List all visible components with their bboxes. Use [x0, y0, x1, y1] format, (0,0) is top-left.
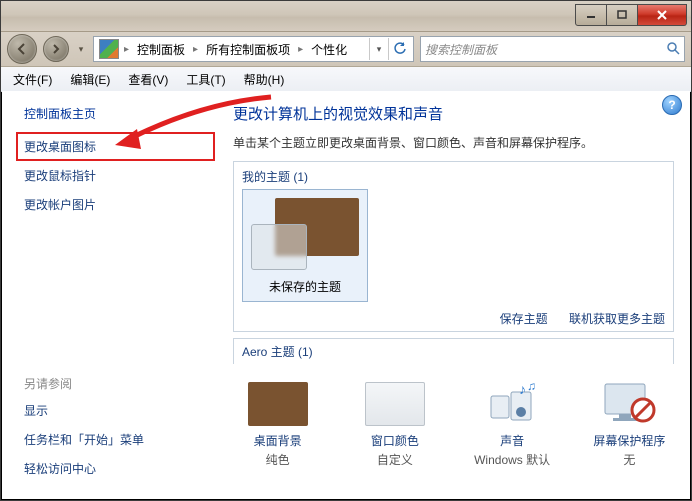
- sounds-icon: ♪♫: [482, 382, 542, 426]
- window-controls: [575, 4, 687, 26]
- navigation-bar: ▾ ▸ 控制面板 ▸ 所有控制面板项 ▸ 个性化 ▾ 搜索控制面板: [1, 32, 691, 67]
- theme-unsaved[interactable]: 未保存的主题: [242, 189, 368, 302]
- close-button[interactable]: [638, 4, 687, 26]
- tile-label: 声音: [474, 432, 551, 449]
- page-title: 更改计算机上的视觉效果和声音: [233, 103, 674, 124]
- refresh-button[interactable]: [388, 38, 411, 60]
- search-placeholder: 搜索控制面板: [425, 41, 497, 58]
- screensaver-icon: [599, 382, 659, 426]
- menu-tools[interactable]: 工具(T): [178, 69, 233, 90]
- get-more-themes-link[interactable]: 联机获取更多主题: [569, 312, 665, 326]
- change-desktop-icons-link[interactable]: 更改桌面图标: [16, 132, 215, 161]
- help-icon[interactable]: ?: [662, 95, 682, 115]
- chevron-right-icon: ▸: [122, 44, 131, 55]
- search-icon: [666, 41, 680, 58]
- see-also-header: 另请参阅: [24, 375, 207, 392]
- window-color-tile[interactable]: 窗口颜色 自定义: [356, 382, 433, 468]
- svg-text:♫: ♫: [527, 382, 536, 393]
- menu-file[interactable]: 文件(F): [5, 69, 60, 90]
- change-account-picture-link[interactable]: 更改帐户图片: [24, 196, 207, 213]
- titlebar: [1, 1, 691, 32]
- ease-of-access-link[interactable]: 轻松访问中心: [24, 460, 207, 477]
- tile-label: 窗口颜色: [356, 432, 433, 449]
- minimize-button[interactable]: [575, 4, 607, 26]
- desktop-background-icon: [248, 382, 308, 426]
- tile-value: 无: [591, 451, 668, 468]
- chevron-right-icon: ▸: [296, 44, 305, 55]
- window-color-icon: [365, 382, 425, 426]
- breadcrumb-item[interactable]: 所有控制面板项: [200, 38, 296, 60]
- menu-view[interactable]: 查看(V): [120, 69, 176, 90]
- sounds-tile[interactable]: ♪♫ 声音 Windows 默认: [474, 382, 551, 468]
- main-panel: ? 更改计算机上的视觉效果和声音 单击某个主题立即更改桌面背景、窗口颜色、声音和…: [217, 91, 690, 499]
- page-subtitle: 单击某个主题立即更改桌面背景、窗口颜色、声音和屏幕保护程序。: [233, 134, 674, 151]
- tile-value: Windows 默认: [474, 451, 551, 468]
- svg-text:♪: ♪: [519, 382, 526, 397]
- aero-themes-header[interactable]: Aero 主题 (1): [233, 338, 674, 364]
- tile-label: 桌面背景: [239, 432, 316, 449]
- breadcrumb-item[interactable]: 控制面板: [131, 38, 191, 60]
- breadcrumb-dropdown[interactable]: ▾: [369, 38, 388, 60]
- my-themes-group: 我的主题 (1) 未保存的主题 保存主题 联机获取更多主题: [233, 161, 674, 332]
- content-area: 控制面板主页 更改桌面图标 更改鼠标指针 更改帐户图片 另请参阅 显示 任务栏和…: [2, 91, 690, 499]
- search-input[interactable]: 搜索控制面板: [420, 36, 685, 62]
- theme-thumbnail: [251, 198, 359, 270]
- maximize-button[interactable]: [607, 4, 638, 26]
- taskbar-start-link[interactable]: 任务栏和「开始」菜单: [24, 431, 207, 448]
- breadcrumb-item[interactable]: 个性化: [305, 38, 353, 60]
- tile-value: 自定义: [356, 451, 433, 468]
- personalization-window: ▾ ▸ 控制面板 ▸ 所有控制面板项 ▸ 个性化 ▾ 搜索控制面板 文件(F) …: [0, 0, 692, 501]
- screensaver-tile[interactable]: 屏幕保护程序 无: [591, 382, 668, 468]
- display-link[interactable]: 显示: [24, 402, 207, 419]
- menu-help[interactable]: 帮助(H): [236, 69, 293, 90]
- control-panel-home-link[interactable]: 控制面板主页: [24, 105, 207, 122]
- tile-value: 纯色: [239, 451, 316, 468]
- theme-label: 未保存的主题: [251, 278, 359, 295]
- history-dropdown[interactable]: ▾: [75, 44, 87, 55]
- sidebar: 控制面板主页 更改桌面图标 更改鼠标指针 更改帐户图片 另请参阅 显示 任务栏和…: [2, 91, 217, 499]
- settings-tiles: 桌面背景 纯色 窗口颜色 自定义 ♪♫ 声音 Windows 默认: [233, 382, 674, 468]
- desktop-background-tile[interactable]: 桌面背景 纯色: [239, 382, 316, 468]
- save-theme-link[interactable]: 保存主题: [500, 312, 548, 326]
- theme-actions: 保存主题 联机获取更多主题: [242, 310, 665, 327]
- menu-edit[interactable]: 编辑(E): [62, 69, 118, 90]
- control-panel-icon: [99, 39, 119, 59]
- forward-button[interactable]: [43, 36, 69, 62]
- change-mouse-pointers-link[interactable]: 更改鼠标指针: [24, 167, 207, 184]
- back-button[interactable]: [7, 34, 37, 64]
- chevron-right-icon: ▸: [191, 44, 200, 55]
- breadcrumb[interactable]: ▸ 控制面板 ▸ 所有控制面板项 ▸ 个性化 ▾: [93, 36, 414, 62]
- tile-label: 屏幕保护程序: [591, 432, 668, 449]
- my-themes-header[interactable]: 我的主题 (1): [242, 168, 665, 185]
- menu-bar: 文件(F) 编辑(E) 查看(V) 工具(T) 帮助(H): [1, 67, 691, 92]
